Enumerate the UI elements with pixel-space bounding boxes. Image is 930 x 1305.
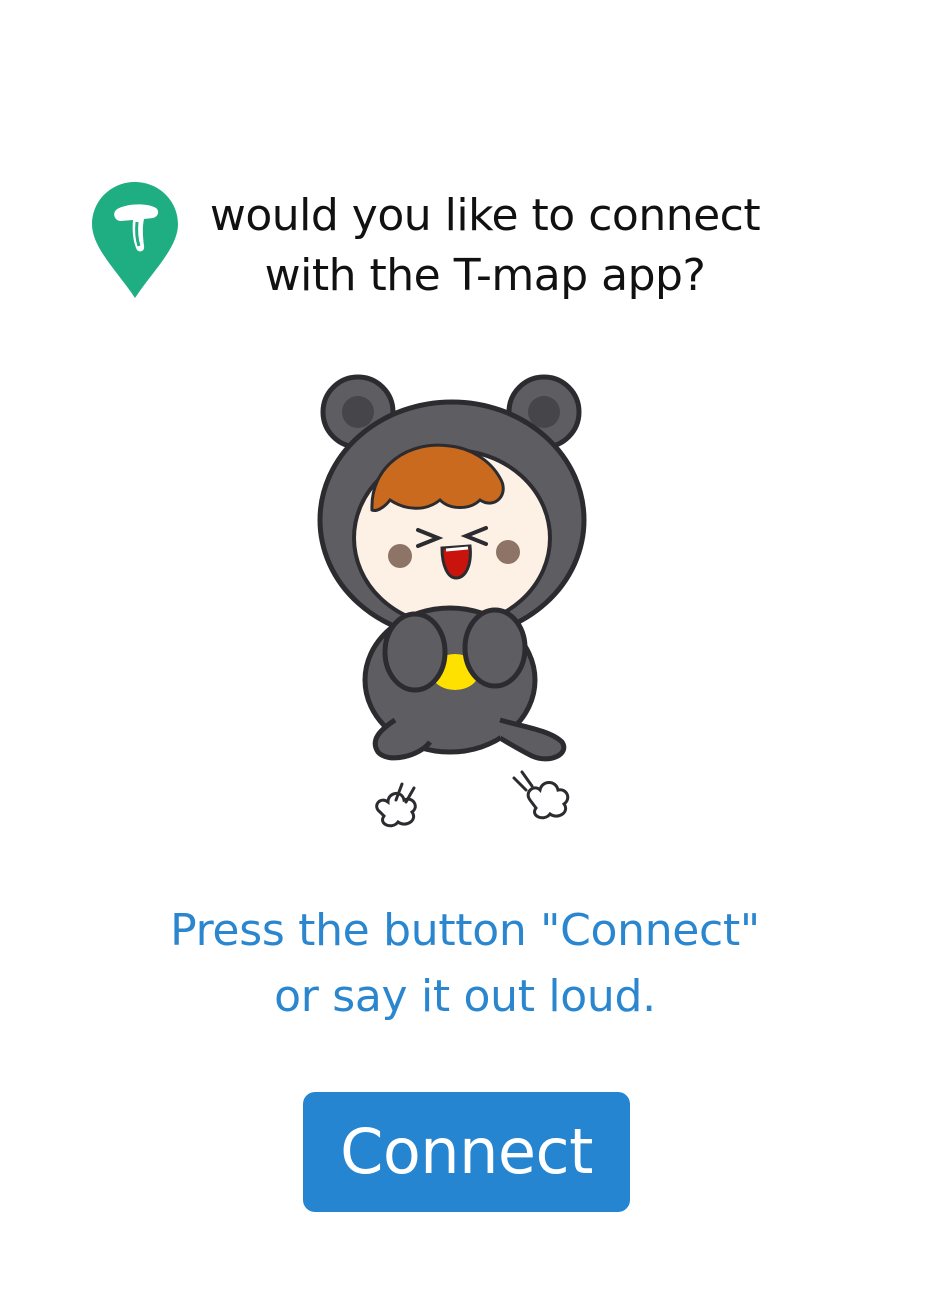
page: would you like to connect with the T-map… — [0, 0, 930, 1305]
question-line-2: with the T-map app? — [264, 250, 706, 301]
bear-costume-mascot — [317, 374, 587, 828]
instruction-line-2: or say it out loud. — [274, 971, 656, 1022]
connect-question: would you like to connect with the T-map… — [190, 186, 780, 306]
instruction-line-1: Press the button "Connect" — [170, 905, 760, 956]
connect-dialog: would you like to connect with the T-map… — [0, 0, 930, 1305]
connect-button[interactable]: Connect — [303, 1092, 630, 1212]
connect-instruction: Press the button "Connect" or say it out… — [100, 898, 830, 1030]
question-line-1: would you like to connect — [209, 190, 761, 241]
tmap-pin-icon — [92, 182, 178, 298]
